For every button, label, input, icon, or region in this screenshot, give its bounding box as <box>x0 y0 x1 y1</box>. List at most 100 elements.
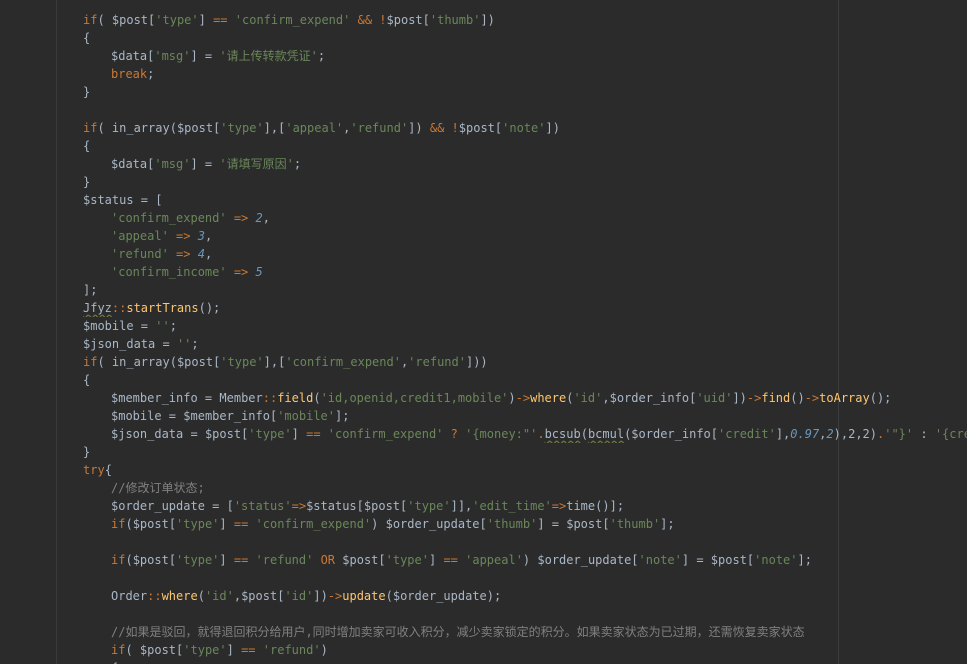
code-punctuation: , <box>262 211 270 225</box>
code-variable: $mobile <box>111 409 162 423</box>
code-line[interactable]: if($post['type'] == 'confirm_expend') $o… <box>0 515 967 533</box>
code-punctuation: = <box>133 319 156 333</box>
code-punctuation: : <box>913 427 935 441</box>
code-line[interactable]: if($post['type'] == 'refund' OR $post['t… <box>0 551 967 569</box>
code-variable: $status <box>83 193 134 207</box>
code-line[interactable] <box>0 101 967 119</box>
code-string: 'refund' <box>350 121 409 135</box>
code-line[interactable]: if( in_array($post['type'],['appeal','re… <box>0 119 967 137</box>
code-line[interactable]: { <box>0 659 967 664</box>
code-line[interactable]: 'confirm_expend' => 2, <box>0 209 967 227</box>
code-line[interactable]: } <box>0 173 967 191</box>
code-number: 2 <box>826 427 834 441</box>
code-string: 'appeal' <box>465 553 523 567</box>
code-punctuation: , <box>602 391 610 405</box>
code-line[interactable]: $status = [ <box>0 191 967 209</box>
code-line[interactable] <box>0 533 967 551</box>
code-string: 'type' <box>407 499 451 513</box>
code-operator: == <box>233 517 249 531</box>
code-operator: ? <box>450 427 458 441</box>
code-operator: -> <box>746 391 762 405</box>
code-line[interactable]: if( $post['type'] == 'refund') <box>0 641 967 659</box>
code-line[interactable]: $order_update = ['status'=>$status[$post… <box>0 497 967 515</box>
code-punctuation <box>248 553 255 567</box>
code-number: 3 <box>197 229 205 243</box>
code-line[interactable]: //修改订单状态; <box>0 479 967 497</box>
code-operator: && <box>429 121 445 135</box>
code-punctuation: ] <box>219 517 234 531</box>
code-line[interactable]: break; <box>0 65 967 83</box>
code-string: 'note' <box>638 553 682 567</box>
code-line[interactable]: $json_data = ''; <box>0 335 967 353</box>
code-punctuation: ( <box>125 553 133 567</box>
code-keyword: if <box>111 643 126 657</box>
code-line[interactable]: //如果是驳回，就得退回积分给用户,同时增加卖家可收入积分，减少卖家锁定的积分。… <box>0 623 967 641</box>
code-punctuation: ] <box>219 553 234 567</box>
code-variable: $order_update <box>392 589 487 603</box>
code-punctuation: ]; <box>335 409 350 423</box>
code-punctuation: { <box>83 373 91 387</box>
code-line[interactable]: 'refund' => 4, <box>0 245 967 263</box>
code-string: 'mobile' <box>277 409 335 423</box>
code-punctuation: ]) <box>732 391 747 405</box>
code-line[interactable]: $data['msg'] = '请填写原因'; <box>0 155 967 173</box>
code-function: update <box>342 589 386 603</box>
code-variable: $order_info <box>631 427 711 441</box>
code-line[interactable]: try{ <box>0 461 967 479</box>
code-variable: $order_update <box>111 499 205 513</box>
code-text: time() <box>566 499 610 513</box>
code-operator: . <box>537 427 545 441</box>
code-number: 4 <box>197 247 205 261</box>
code-line[interactable]: $data['msg'] = '请上传转款凭证'; <box>0 47 967 65</box>
code-line[interactable] <box>0 605 967 623</box>
code-string: 'type' <box>176 553 220 567</box>
code-string: 'type' <box>220 121 264 135</box>
code-string: 'type' <box>220 355 264 369</box>
code-line[interactable]: { <box>0 371 967 389</box>
code-variable: $post <box>386 13 423 27</box>
code-line[interactable]: } <box>0 443 967 461</box>
code-punctuation: } <box>83 175 91 189</box>
code-line[interactable]: $member_info = Member::field('id,openid,… <box>0 389 967 407</box>
code-line[interactable]: if( in_array($post['type'],['confirm_exp… <box>0 353 967 371</box>
code-string: '' <box>155 319 170 333</box>
code-punctuation: = <box>183 427 205 441</box>
code-line[interactable] <box>0 569 967 587</box>
code-operator: ! <box>451 121 459 135</box>
code-string: 'type' <box>385 553 429 567</box>
code-string: 'id,openid,credit1,mobile' <box>320 391 509 405</box>
code-string: 'confirm_income' <box>111 265 227 279</box>
code-area[interactable]: if( $post['type'] == 'confirm_expend' &&… <box>0 11 967 664</box>
code-string: 'id' <box>284 589 314 603</box>
code-punctuation: } <box>83 85 91 99</box>
code-editor[interactable]: if( $post['type'] == 'confirm_expend' &&… <box>0 0 967 664</box>
code-line[interactable]: 'confirm_income' => 5 <box>0 263 967 281</box>
code-variable: $post <box>111 13 149 27</box>
code-line[interactable]: 'appeal' => 3, <box>0 227 967 245</box>
code-variable: $json_data <box>83 337 156 351</box>
code-variable: $order_update <box>537 553 632 567</box>
code-string: '{money:"' <box>465 427 538 441</box>
code-line[interactable]: $json_data = $post ['type'] == 'confirm_e… <box>0 425 967 443</box>
code-function: field <box>277 391 314 405</box>
code-punctuation: [ <box>710 427 719 441</box>
code-line[interactable]: $mobile = ''; <box>0 317 967 335</box>
code-line[interactable]: ]; <box>0 281 967 299</box>
code-line[interactable]: $mobile = $member_info['mobile']; <box>0 407 967 425</box>
code-line[interactable]: { <box>0 137 967 155</box>
code-punctuation: ]; <box>797 553 812 567</box>
code-punctuation: ] <box>428 553 444 567</box>
code-string: 'thumb' <box>429 13 481 27</box>
code-line[interactable]: } <box>0 83 967 101</box>
code-string: 'type' <box>155 13 199 27</box>
code-punctuation: { <box>83 31 91 45</box>
code-operator: == <box>233 553 249 567</box>
code-line[interactable]: { <box>0 29 967 47</box>
code-line[interactable]: Order::where('id',$post['id'])->update($… <box>0 587 967 605</box>
code-line[interactable]: Jfyz::startTrans(); <box>0 299 967 317</box>
code-string: 'status' <box>233 499 292 513</box>
code-punctuation: ]; <box>660 517 675 531</box>
code-text: in_array( <box>111 355 177 369</box>
code-operator: == <box>213 13 228 27</box>
code-line[interactable]: if( $post['type'] == 'confirm_expend' &&… <box>0 11 967 29</box>
